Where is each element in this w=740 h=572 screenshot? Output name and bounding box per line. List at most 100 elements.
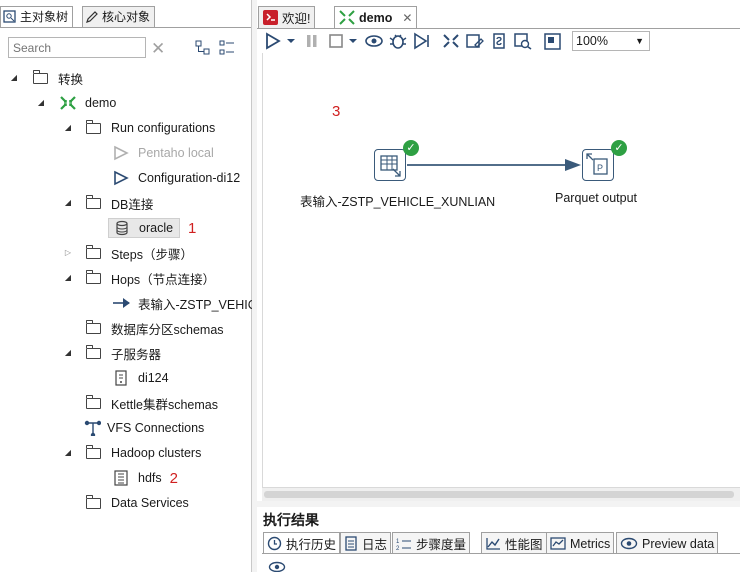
debug-icon[interactable] (388, 32, 408, 50)
preview-icon[interactable] (364, 32, 384, 50)
tab-divider (0, 27, 251, 28)
parquet-output-icon: P (586, 153, 608, 175)
tree-item-transform-root[interactable]: 转换 (32, 68, 83, 88)
search-input[interactable] (8, 37, 146, 58)
hop-arrow[interactable] (405, 155, 585, 175)
panel-splitter-horizontal[interactable] (257, 501, 740, 507)
folder-icon (85, 345, 103, 361)
tree-item-slave-servers[interactable]: 子服务器 (85, 343, 161, 363)
tree-item-data-services[interactable]: Data Services (85, 493, 189, 513)
expand-arrow[interactable]: ◢ (63, 448, 73, 457)
tree-item-label: oracle (139, 221, 174, 235)
tree-item-hops[interactable]: Hops（节点连接） (85, 268, 215, 288)
tree-item-steps[interactable]: Steps（步骤） (85, 243, 193, 263)
tab-demo[interactable]: demo ✕ (334, 6, 418, 28)
impact-icon[interactable] (465, 32, 485, 50)
results-title: 执行结果 (263, 512, 319, 528)
transformation-icon (339, 10, 355, 25)
expand-arrow[interactable]: ◢ (63, 273, 73, 282)
expand-arrow[interactable]: ◢ (63, 348, 73, 357)
left-panel: 主对象树 核心对象 ✕ ◢ 转换 ◢ demo ◢ Run configurat… (0, 0, 257, 572)
tree-item-db-connections[interactable]: DB连接 (85, 193, 153, 213)
run-dropdown-icon[interactable] (286, 32, 296, 50)
tab-label: 执行历史 (286, 538, 337, 552)
folder-icon (85, 495, 103, 511)
tab-log[interactable]: 日志 (340, 532, 392, 554)
explore-db-icon[interactable] (513, 32, 533, 50)
tree-item-label: demo (85, 96, 117, 110)
svg-text:P: P (597, 163, 603, 173)
tree-item-hadoop-clusters[interactable]: Hadoop clusters (85, 443, 201, 463)
stop-icon[interactable] (328, 32, 344, 50)
server-icon (115, 370, 127, 386)
tab-main-tree-label: 主对象树 (20, 10, 69, 24)
tab-main-tree[interactable]: 主对象树 (0, 6, 74, 27)
tree-item-configuration-di12[interactable]: Configuration-di12 (112, 168, 240, 188)
verify-icon[interactable] (441, 32, 461, 50)
annotation-number: 3 (332, 103, 341, 120)
tree-item-hdfs[interactable]: hdfs 2 (112, 468, 178, 488)
tab-label: Preview data (642, 536, 715, 551)
tree-item-label: Configuration-di12 (138, 171, 241, 185)
tree-item-label: Pentaho local (138, 146, 214, 160)
close-tab-icon[interactable]: ✕ (402, 11, 412, 25)
expand-arrow[interactable]: ◢ (63, 123, 73, 132)
step-table-input[interactable] (374, 149, 406, 181)
tree-item-hop[interactable]: 表输入-ZSTP_VEHIC (112, 293, 257, 313)
tree-item-vfs-connections[interactable]: VFS Connections (83, 418, 204, 438)
step-parquet-output[interactable]: P (582, 149, 614, 181)
tab-execution-history[interactable]: 执行历史 (263, 532, 341, 554)
folder-icon (85, 270, 103, 286)
collapsed-arrow[interactable]: ▷ (63, 248, 73, 257)
tab-performance[interactable]: 性能图 (481, 532, 547, 554)
tab-label: 步骤度量 (416, 538, 467, 552)
database-icon (116, 220, 128, 236)
annotation-number: 2 (169, 469, 178, 487)
tree-item-label: 数据库分区schemas (111, 322, 224, 337)
status-ok-icon: ✓ (611, 140, 627, 156)
sql-icon[interactable] (489, 32, 509, 50)
tree-item-selected[interactable]: oracle (108, 218, 181, 238)
expand-all-icon[interactable] (219, 40, 235, 56)
stop-dropdown-icon[interactable] (348, 32, 358, 50)
tree-item-demo[interactable]: demo (59, 93, 116, 113)
horizontal-scrollbar[interactable] (262, 487, 740, 502)
vfs-icon (84, 420, 101, 436)
collapse-all-icon[interactable] (195, 40, 211, 56)
tab-metrics[interactable]: Metrics (546, 532, 615, 554)
status-ok-icon: ✓ (403, 140, 419, 156)
tab-step-metrics[interactable]: 12 步骤度量 (392, 532, 471, 554)
replay-icon[interactable] (412, 32, 432, 50)
expand-arrow[interactable]: ◢ (9, 73, 19, 82)
expand-arrow[interactable]: ◢ (63, 198, 73, 207)
history-icon (267, 536, 282, 551)
folder-icon (85, 445, 103, 461)
show-results-icon[interactable] (543, 32, 563, 50)
tree-item-di124[interactable]: di124 (112, 368, 169, 388)
tree-icon (3, 10, 16, 23)
folder-icon (85, 320, 103, 336)
preview-icon[interactable] (268, 560, 286, 572)
tree-item-label: Steps（步骤） (111, 247, 193, 262)
tab-core-objects[interactable]: 核心对象 (82, 6, 156, 27)
step-label: 表输入-ZSTP_VEHICLE_XUNLIAN (300, 195, 496, 209)
tree-item-partition-schemas[interactable]: 数据库分区schemas (85, 318, 224, 338)
tab-welcome[interactable]: 欢迎! (258, 6, 316, 28)
run-icon (114, 170, 129, 186)
pause-icon[interactable] (304, 32, 320, 50)
panel-splitter[interactable] (252, 0, 257, 572)
hop-arrow-icon (113, 298, 130, 308)
scrollbar-thumb[interactable] (264, 491, 734, 498)
tree-item-pentaho-local[interactable]: Pentaho local (112, 143, 214, 163)
run-icon[interactable] (264, 32, 282, 50)
preview-icon (620, 537, 638, 550)
expand-arrow[interactable]: ◢ (36, 98, 46, 107)
tree-item-label: VFS Connections (107, 421, 205, 435)
spoon-logo-icon (263, 10, 278, 25)
zoom-select[interactable]: 100% ▼ (572, 31, 650, 51)
clear-search-icon[interactable]: ✕ (151, 39, 165, 59)
tab-preview-data[interactable]: Preview data (616, 532, 719, 554)
tree-item-oracle[interactable]: oracle 1 (108, 216, 196, 240)
tree-item-run-configurations[interactable]: Run configurations (85, 118, 215, 138)
tree-item-cluster-schemas[interactable]: Kettle集群schemas (85, 393, 218, 413)
